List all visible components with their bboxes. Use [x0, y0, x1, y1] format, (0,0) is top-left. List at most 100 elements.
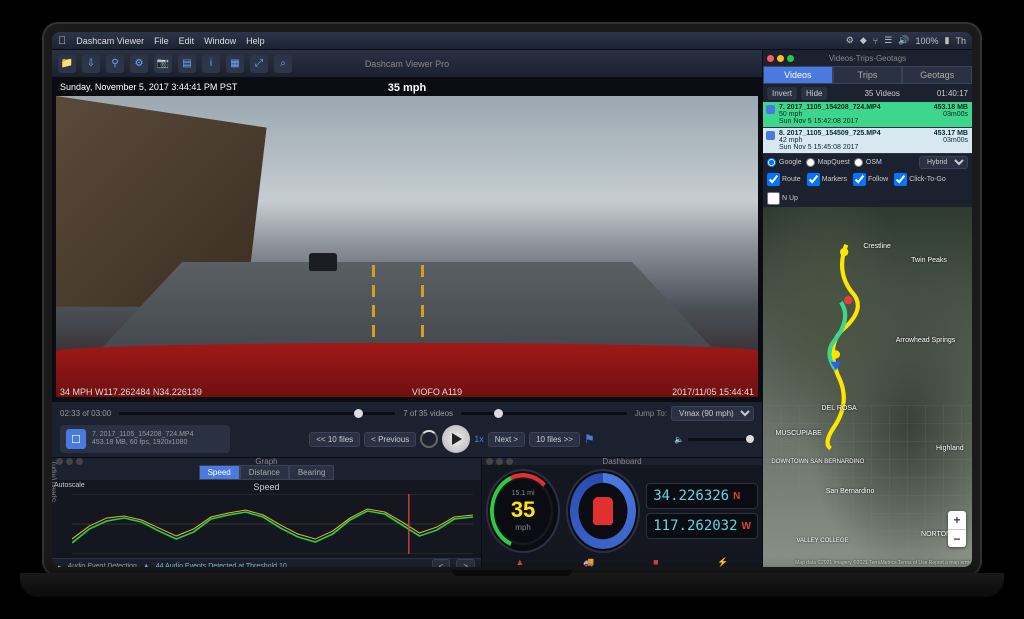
previous-button[interactable]: < Previous — [364, 432, 416, 447]
apple-icon[interactable]:  — [58, 35, 66, 47]
video-speed: 35 mph — [52, 82, 762, 94]
fullscreen-icon[interactable]: ⤢ — [250, 55, 268, 73]
aed-next[interactable]: > — [456, 559, 475, 567]
battery-icon[interactable]: ▮ — [945, 35, 950, 46]
map-place: San Bernardino — [826, 488, 875, 495]
aed-toggle[interactable]: ▸ — [58, 563, 62, 568]
map-zoom-in[interactable]: + — [948, 511, 966, 529]
clock[interactable]: Th — [955, 36, 966, 46]
dashboard-panel: Dashboard 15.1 mi 35 mph 34.226326N — [482, 458, 762, 567]
menu-help[interactable]: Help — [246, 36, 265, 46]
map-type-select[interactable]: Hybrid — [919, 156, 968, 169]
menu-edit[interactable]: Edit — [179, 36, 195, 46]
video-timestamp: Sunday, November 5, 2017 3:44:41 PM PST — [60, 82, 237, 92]
rate-label[interactable]: 1x — [474, 434, 484, 444]
tab-geotags[interactable]: Geotags — [902, 66, 972, 84]
longitude-display: 117.262032W — [646, 513, 758, 539]
aed-message: 44 Audio Events Detected at Threshold 10 — [156, 563, 426, 567]
settings-icon[interactable]: ⚙ — [130, 55, 148, 73]
video-camera-model: VIOFO A119 — [412, 387, 462, 397]
info-icon[interactable]: i — [202, 55, 220, 73]
dash-icon-4[interactable]: ⚡ — [717, 557, 728, 567]
bluetooth-icon[interactable]: ⑂ — [873, 36, 878, 46]
current-file-card[interactable]: ☐ 7. 2017_1105_154208_724.MP4 453.18 MB,… — [60, 425, 230, 453]
grid-icon[interactable]: ▦ — [226, 55, 244, 73]
back-10-button[interactable]: << 10 files — [309, 432, 360, 447]
volume-slider[interactable] — [688, 438, 754, 441]
menubar:  Dashcam Viewer File Edit Window Help ⚙… — [52, 32, 972, 50]
tab-trips[interactable]: Trips — [833, 66, 903, 84]
status-icon[interactable]: ⚙ — [846, 35, 854, 46]
map-place: Crestline — [863, 243, 891, 250]
total-duration: 01:40:17 — [937, 89, 968, 98]
app-name[interactable]: Dashcam Viewer — [76, 36, 144, 46]
dropbox-icon[interactable]: ◆ — [860, 35, 867, 46]
map-place: MUSCUPIABE — [776, 430, 822, 437]
graph-panel: Graph Speed Distance Bearing Autoscale S… — [52, 458, 482, 567]
map-provider-osm[interactable] — [854, 158, 863, 167]
speed-unit: mph — [515, 523, 531, 532]
map-provider-google[interactable] — [767, 158, 776, 167]
forward-10-button[interactable]: 10 files >> — [529, 432, 580, 447]
video-count: 35 Videos — [831, 89, 932, 98]
speedometer: 15.1 mi 35 mph — [486, 469, 560, 553]
dash-icon-3[interactable]: ■ — [653, 557, 658, 567]
opt-markers[interactable] — [807, 173, 820, 186]
open-icon[interactable]: 📁 — [58, 55, 76, 73]
video-index: 7 of 35 videos — [403, 409, 453, 418]
dash-icon-2[interactable]: 🚚 — [583, 557, 594, 567]
video-viewport[interactable]: Sunday, November 5, 2017 3:44:41 PM PST … — [52, 78, 762, 401]
speed-chart — [72, 494, 473, 554]
video-item[interactable]: 7. 2017_1105_154208_724.MP4453.18 MB 50 … — [763, 102, 972, 128]
tab-videos[interactable]: Videos — [763, 66, 833, 84]
video-list: 7. 2017_1105_154208_724.MP4453.18 MB 50 … — [763, 102, 972, 154]
list-icon[interactable]: ▤ — [178, 55, 196, 73]
opt-route[interactable] — [767, 173, 780, 186]
export-icon[interactable]: ⇩ — [82, 55, 100, 73]
next-button[interactable]: Next > — [488, 432, 525, 447]
aed-label: Audio Event Detection — [68, 563, 137, 567]
aed-prev[interactable]: < — [432, 559, 451, 567]
map-place: DEL ROSA — [822, 405, 857, 412]
video-item[interactable]: 8. 2017_1105_154509_725.MP4453.17 MB 42 … — [763, 128, 972, 154]
car-icon — [593, 497, 613, 525]
toolbar: 📁 ⇩ ⚲ ⚙ 📷 ▤ i ▦ ⤢ ⌕ Dashcam Viewer Pro — [52, 50, 762, 78]
dash-icon-1[interactable]: ▲ — [515, 557, 524, 567]
playlist-slider[interactable] — [461, 412, 627, 415]
gps-icon[interactable]: ⚲ — [106, 55, 124, 73]
tab-distance[interactable]: Distance — [240, 465, 289, 480]
map-place: Twin Peaks — [911, 257, 947, 264]
play-button[interactable] — [442, 425, 470, 453]
invert-button[interactable]: Invert — [767, 87, 797, 100]
volume-icon[interactable]: 🔊 — [898, 35, 909, 46]
video-datetime-overlay: 2017/11/05 15:44:41 — [672, 387, 754, 397]
battery-pct: 100% — [916, 36, 939, 46]
seek-slider[interactable] — [119, 412, 395, 415]
map-provider-mapquest[interactable] — [806, 158, 815, 167]
search-icon[interactable]: ⌕ — [274, 55, 292, 73]
menu-file[interactable]: File — [154, 36, 169, 46]
tab-bearing[interactable]: Bearing — [289, 465, 335, 480]
hide-button[interactable]: Hide — [801, 87, 827, 100]
chart-ylabel: Speed (mph) — [52, 462, 58, 502]
menu-window[interactable]: Window — [204, 36, 236, 46]
opt-click[interactable] — [894, 173, 907, 186]
map-place: VALLEY COLLEGE — [796, 538, 848, 544]
opt-follow[interactable] — [853, 173, 866, 186]
map-place: DOWNTOWN SAN BERNARDINO — [771, 459, 864, 465]
checkbox-icon[interactable] — [766, 105, 775, 114]
opt-nup[interactable] — [767, 192, 780, 205]
location-pin-icon[interactable]: ⚑ — [584, 432, 595, 446]
map-zoom-out[interactable]: − — [948, 529, 966, 547]
checkbox-icon[interactable] — [766, 131, 775, 140]
wifi-icon[interactable]: ☰ — [884, 35, 892, 46]
tab-speed[interactable]: Speed — [199, 465, 240, 480]
jump-label: Jump To: — [635, 409, 667, 418]
mute-icon[interactable]: 🔈 — [674, 435, 684, 444]
map-place: NORTON — [921, 531, 951, 538]
camera-icon[interactable]: 📷 — [154, 55, 172, 73]
file-meta: 453.18 MB, 60 fps, 1920x1080 — [92, 439, 193, 447]
map-view[interactable]: Crestline Twin Peaks Arrowhead Springs D… — [763, 207, 972, 567]
jump-select[interactable]: Vmax (90 mph) — [671, 406, 754, 421]
map-place: Highland — [936, 445, 964, 452]
